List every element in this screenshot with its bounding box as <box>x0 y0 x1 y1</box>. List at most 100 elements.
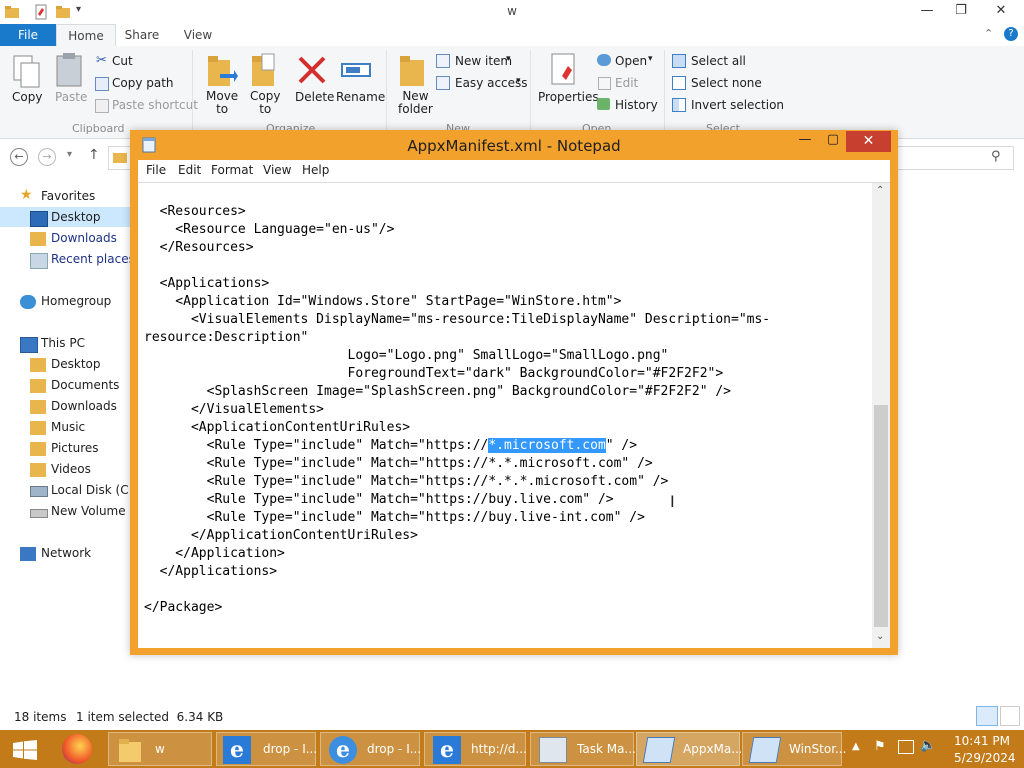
start-button[interactable] <box>0 732 50 766</box>
explorer-window-title: w <box>507 4 517 18</box>
properties-button[interactable]: Properties <box>538 90 599 104</box>
nav-videos[interactable]: Videos <box>51 462 91 476</box>
rename-button[interactable]: Rename <box>336 90 385 104</box>
select-none-button[interactable]: Select none <box>691 76 762 90</box>
clock-time[interactable]: 10:41 PM <box>954 734 1010 748</box>
menu-view[interactable]: View <box>263 163 291 177</box>
nav-pictures[interactable]: Pictures <box>51 441 99 455</box>
copy-path-button[interactable]: Copy path <box>112 76 174 90</box>
tab-share[interactable]: Share <box>118 24 166 46</box>
nav-downloads[interactable]: Downloads <box>51 231 117 245</box>
nav-desktop[interactable]: Desktop <box>51 210 101 224</box>
history-icon <box>597 98 610 110</box>
notepad-text-area[interactable]: <Resources> <Resource Language="en-us"/>… <box>138 182 890 648</box>
minimize-button[interactable]: — <box>910 0 944 22</box>
scroll-down-icon[interactable]: ⌄ <box>876 631 884 642</box>
details-view-icon[interactable] <box>976 706 998 726</box>
help-icon[interactable]: ? <box>1004 27 1018 41</box>
volume-muted-icon[interactable]: 🔈 <box>920 738 936 753</box>
taskbar-ie-2[interactable]: e drop - I... <box>320 732 421 766</box>
nav-documents[interactable]: Documents <box>51 378 119 392</box>
notepad-minimize-button[interactable]: — <box>792 132 818 152</box>
large-icons-view-icon[interactable] <box>1000 706 1020 726</box>
tab-file[interactable]: File <box>0 24 56 46</box>
taskbar-notepad-winstore[interactable]: WinStor... <box>742 732 846 766</box>
notepad-maximize-button[interactable]: ▢ <box>820 132 846 152</box>
nav-pc-desktop[interactable]: Desktop <box>51 357 101 371</box>
search-icon: ⚲ <box>991 149 1001 164</box>
scroll-up-icon[interactable]: ⌃ <box>876 185 884 196</box>
copy-path-icon <box>95 77 109 91</box>
notepad-icon <box>642 737 676 763</box>
history-button[interactable]: History <box>615 98 658 112</box>
copy-to-button[interactable]: Copy to <box>250 90 280 116</box>
text-after-selection: " /> <Rule Type="include" Match="https:/… <box>144 438 669 615</box>
taskbar-label: drop - I... <box>367 742 422 756</box>
taskbar-ie-1[interactable]: e drop - I... <box>216 732 317 766</box>
select-none-icon <box>672 76 686 90</box>
move-to-button[interactable]: Move to <box>206 90 238 116</box>
menu-format[interactable]: Format <box>211 163 253 177</box>
copy-button[interactable]: Copy <box>12 90 42 104</box>
nav-favorites[interactable]: Favorites <box>41 189 95 203</box>
new-folder-button[interactable]: New folder <box>398 90 433 116</box>
open-button[interactable]: Open <box>615 54 647 68</box>
nav-pc-downloads[interactable]: Downloads <box>51 399 117 413</box>
tab-home[interactable]: Home <box>56 24 116 47</box>
clock-date[interactable]: 5/29/2024 <box>954 751 1016 765</box>
invert-selection-button[interactable]: Invert selection <box>691 98 784 112</box>
nav-network[interactable]: Network <box>41 546 91 560</box>
edit-button[interactable]: Edit <box>615 76 638 90</box>
document-text[interactable]: <Resources> <Resource Language="en-us"/>… <box>144 203 869 617</box>
back-icon[interactable]: ← <box>10 148 28 166</box>
taskbar-ie-3[interactable]: e http://d... <box>424 732 527 766</box>
invert-selection-icon <box>672 98 686 112</box>
menu-edit[interactable]: Edit <box>178 163 201 177</box>
taskbar-label: AppxMa... <box>683 742 741 756</box>
notepad-icon <box>748 737 782 763</box>
tab-view[interactable]: View <box>174 24 222 46</box>
close-button[interactable]: ✕ <box>978 0 1024 22</box>
show-hidden-icons-icon[interactable]: ▲ <box>852 741 860 752</box>
search-input[interactable]: ⚲ <box>890 146 1014 170</box>
notepad-window: AppxManifest.xml - Notepad — ▢ ✕ File Ed… <box>130 130 898 655</box>
vertical-scrollbar[interactable]: ⌃ ⌄ <box>872 183 890 648</box>
recent-locations-icon[interactable]: ▾ <box>67 149 72 160</box>
menu-file[interactable]: File <box>146 163 166 177</box>
taskbar-explorer[interactable]: w <box>108 732 212 766</box>
selected-text[interactable]: *.microsoft.com <box>488 438 606 453</box>
chevron-up-icon[interactable]: ⌃ <box>984 27 993 40</box>
paste-button[interactable]: Paste <box>55 90 87 104</box>
chevron-down-icon: ▾ <box>516 76 521 86</box>
paste-shortcut-button[interactable]: Paste shortcut <box>112 98 198 112</box>
downloads-folder-icon <box>30 232 46 246</box>
forward-icon[interactable]: → <box>38 148 56 166</box>
edit-icon <box>598 77 611 90</box>
scrollbar-thumb[interactable] <box>874 405 888 627</box>
divider <box>192 50 193 134</box>
cut-button[interactable]: Cut <box>112 54 133 68</box>
restore-button[interactable]: ❐ <box>944 0 978 22</box>
menu-help[interactable]: Help <box>302 163 329 177</box>
nav-music[interactable]: Music <box>51 420 85 434</box>
divider <box>664 50 665 134</box>
notepad-close-button[interactable]: ✕ <box>846 131 891 152</box>
taskbar-task-manager[interactable]: Task Ma... <box>530 732 635 766</box>
windows-logo-icon <box>13 740 37 760</box>
flag-icon[interactable]: ⚑ <box>874 739 886 754</box>
copy-to-icon <box>252 53 275 86</box>
taskbar-label: Task Ma... <box>577 742 635 756</box>
nav-recent-places[interactable]: Recent places <box>51 252 135 266</box>
select-all-button[interactable]: Select all <box>691 54 746 68</box>
taskbar-firefox[interactable] <box>54 732 102 766</box>
this-pc-icon <box>20 337 38 353</box>
nav-local-disk[interactable]: Local Disk (C:) <box>51 483 137 497</box>
delete-button[interactable]: Delete <box>295 90 334 104</box>
new-item-button[interactable]: New item <box>455 54 512 68</box>
taskbar-notepad-appxmanifest[interactable]: AppxMa... <box>636 732 741 766</box>
nav-this-pc[interactable]: This PC <box>41 336 85 350</box>
up-icon[interactable]: ↑ <box>88 147 100 163</box>
nav-homegroup[interactable]: Homegroup <box>41 294 111 308</box>
local-disk-icon <box>30 486 48 497</box>
network-tray-icon[interactable] <box>898 740 914 754</box>
